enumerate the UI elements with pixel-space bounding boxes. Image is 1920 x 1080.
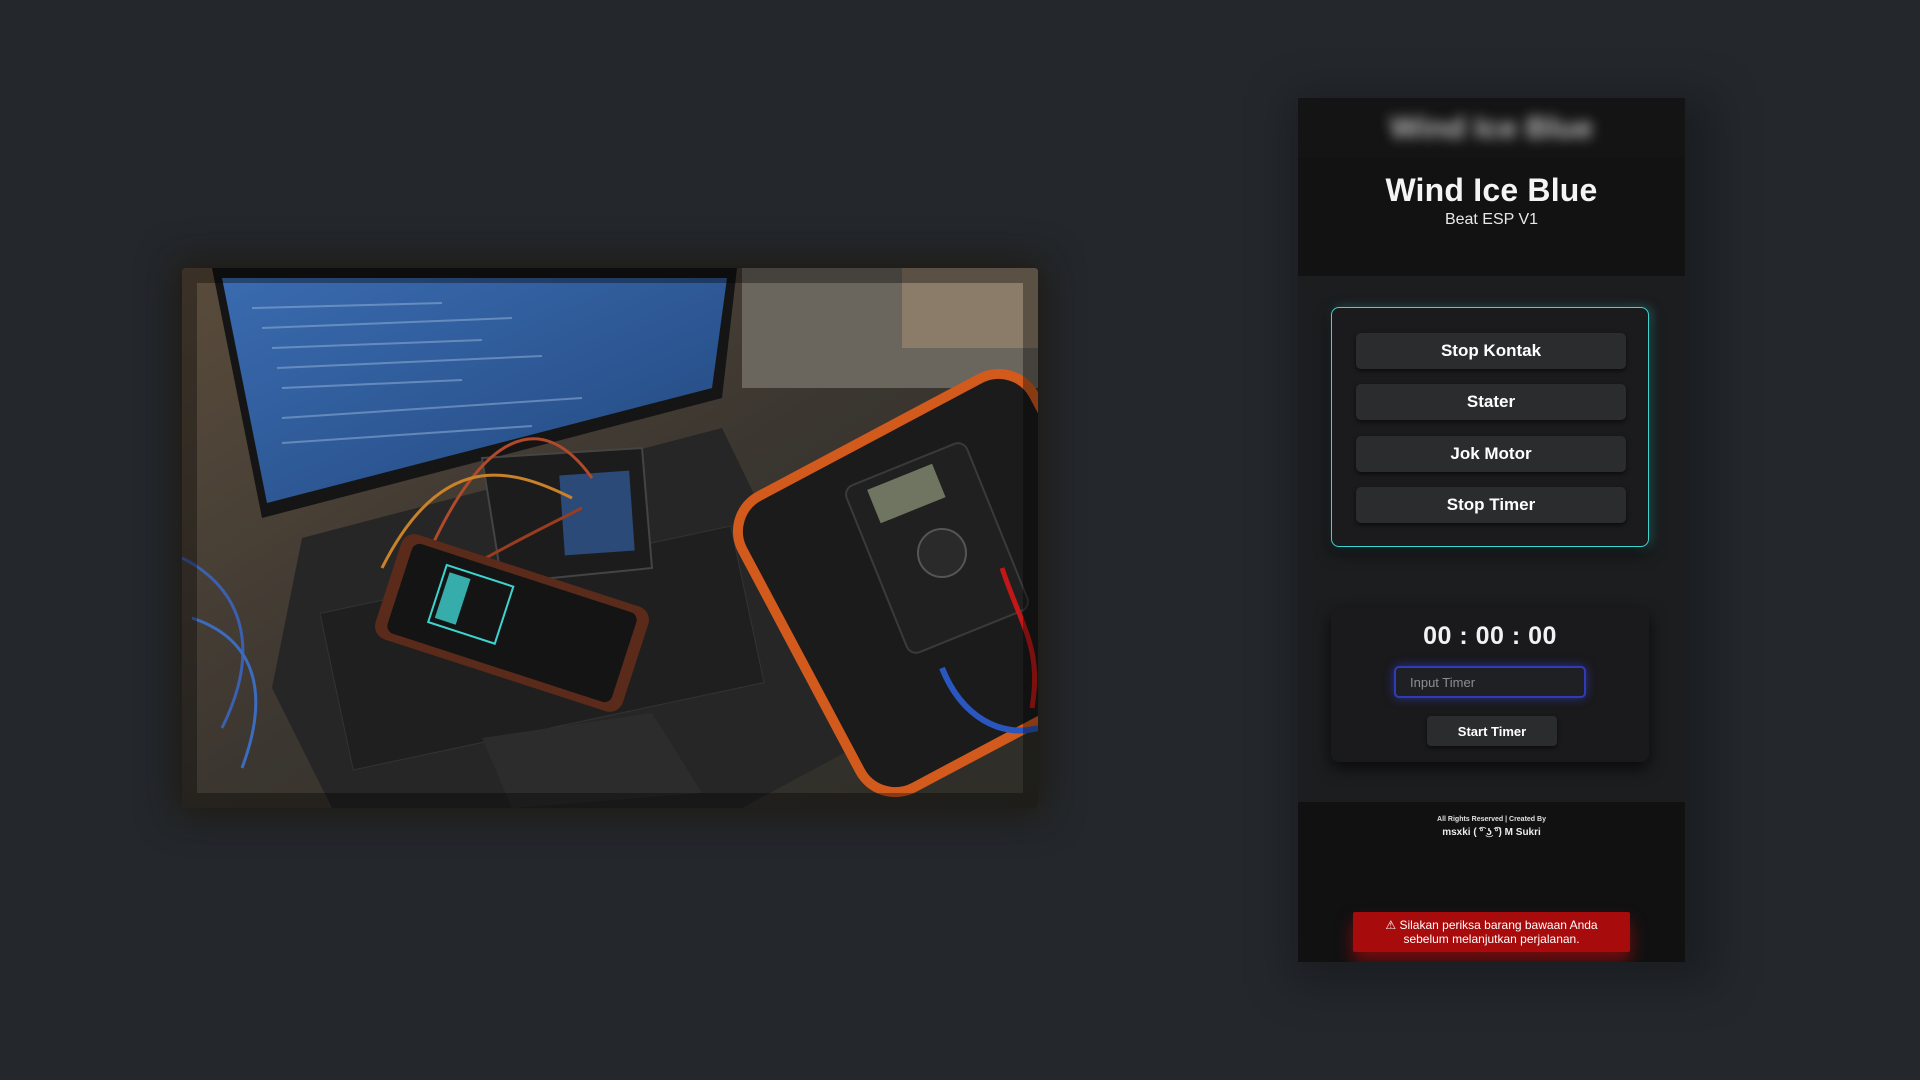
footer-author: msxki ( ͡° ͜ʖ ͡°) M Sukri	[1442, 827, 1541, 838]
timer-display: 00 : 00 : 00	[1423, 622, 1557, 650]
timer-card: 00 : 00 : 00 Start Timer	[1331, 608, 1649, 762]
blurred-header: Wind Ice Blue	[1298, 98, 1685, 158]
hardware-photo	[182, 268, 1038, 808]
app-subtitle: Beat ESP V1	[1444, 211, 1539, 228]
start-timer-button[interactable]: Start Timer	[1427, 716, 1557, 746]
stop-kontak-button[interactable]: Stop Kontak	[1356, 333, 1626, 369]
footer: All Rights Reserved | Created By msxki (…	[1298, 802, 1685, 962]
timer-input[interactable]	[1394, 666, 1586, 698]
app-title: Wind Ice Blue	[1385, 172, 1598, 208]
warning-banner: ⚠ Silakan periksa barang bawaan Anda seb…	[1353, 912, 1630, 952]
stop-timer-button[interactable]: Stop Timer	[1356, 487, 1626, 523]
stater-button[interactable]: Stater	[1356, 384, 1626, 420]
control-panel: Wind Ice Blue Wind Ice Blue Beat ESP V1 …	[1298, 98, 1685, 962]
jok-motor-button[interactable]: Jok Motor	[1356, 436, 1626, 472]
app-header: Wind Ice Blue Beat ESP V1	[1298, 158, 1685, 276]
blurred-title: Wind Ice Blue	[1390, 110, 1593, 145]
footer-rights: All Rights Reserved | Created By	[1437, 816, 1546, 823]
relay-controls-card: Stop Kontak Stater Jok Motor Stop Timer	[1331, 307, 1649, 547]
